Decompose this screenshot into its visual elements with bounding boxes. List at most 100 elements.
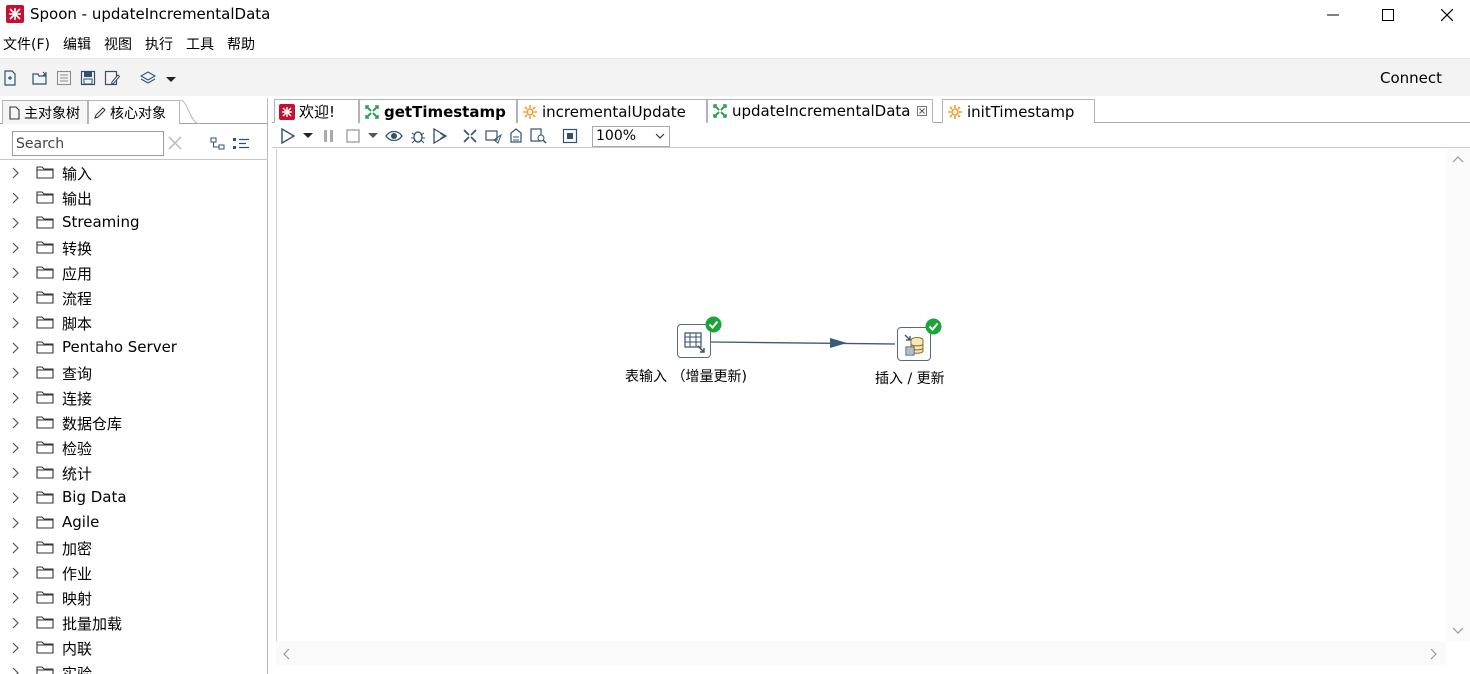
chevron-right-icon[interactable] [12,567,20,579]
chevron-right-icon[interactable] [12,667,20,674]
connect-button[interactable]: Connect [1380,69,1442,87]
tab-welcome[interactable]: 欢迎! [274,99,359,123]
search-input[interactable] [12,131,164,156]
chevron-right-icon[interactable] [12,367,20,379]
tab-core-objects[interactable]: 核心对象 [88,100,180,124]
open-file-icon[interactable] [32,70,48,86]
chevron-right-icon[interactable] [12,492,20,504]
hop-arrow[interactable] [277,149,1447,641]
tab-gettimestamp[interactable]: getTimestamp [359,99,517,123]
menu-edit[interactable]: 编辑 [63,34,91,56]
chevron-right-icon[interactable] [12,617,20,629]
chevron-right-icon[interactable] [12,342,20,354]
tree-item[interactable]: 转换 [0,235,266,260]
chevron-right-icon[interactable] [12,217,20,229]
tree-item[interactable]: 内联 [0,635,266,660]
scroll-up-icon[interactable] [1452,155,1464,163]
chevron-right-icon[interactable] [12,242,20,254]
impact-icon[interactable] [485,128,503,144]
minimize-button[interactable] [1310,2,1356,28]
vertical-scrollbar[interactable] [1446,149,1470,641]
tree-item[interactable]: Agile [0,510,266,535]
scroll-right-icon[interactable] [1430,648,1438,660]
chevron-right-icon[interactable] [12,542,20,554]
scroll-down-icon[interactable] [1452,627,1464,635]
chevron-right-icon[interactable] [12,192,20,204]
tree-item[interactable]: 输入 [0,160,266,185]
tree-item[interactable]: 检验 [0,435,266,460]
pause-icon[interactable] [322,128,336,144]
tree-item[interactable]: 输出 [0,185,266,210]
tree-item[interactable]: 映射 [0,585,266,610]
close-tab-icon[interactable] [916,106,927,116]
collapse-all-icon[interactable] [210,136,226,156]
show-results-icon[interactable] [562,128,578,144]
layers-icon[interactable] [139,70,157,86]
maximize-button[interactable] [1365,2,1411,28]
tree-item[interactable]: 批量加载 [0,610,266,635]
tree-item[interactable]: 脚本 [0,310,266,335]
tree-item[interactable]: 应用 [0,260,266,285]
tree-item-label: 转换 [62,240,93,258]
tree-item[interactable]: 流程 [0,285,266,310]
chevron-right-icon[interactable] [12,517,20,529]
tree-item[interactable]: Pentaho Server [0,335,266,360]
verify-icon[interactable] [462,128,478,144]
chevron-right-icon[interactable] [12,592,20,604]
chevron-right-icon[interactable] [12,267,20,279]
menu-help[interactable]: 帮助 [227,34,255,56]
chevron-right-icon[interactable] [12,442,20,454]
stop-icon[interactable] [345,128,361,144]
tab-updateincrementaldata[interactable]: updateIncrementalData [707,99,933,123]
menu-view[interactable]: 视图 [104,34,132,56]
chevron-right-icon[interactable] [12,392,20,404]
run-icon[interactable] [280,128,296,144]
new-file-icon[interactable] [2,70,18,86]
tab-main-object-tree[interactable]: 主对象树 [2,100,88,124]
close-window-button[interactable] [1424,2,1470,28]
sql-icon[interactable] [508,128,524,144]
tree-item[interactable]: 查询 [0,360,266,385]
tree-item[interactable]: 数据仓库 [0,410,266,435]
stop-dropdown-icon[interactable] [368,132,378,140]
debug-icon[interactable] [409,128,427,144]
tree-item[interactable]: Streaming [0,210,266,235]
zoom-select[interactable]: 100% [592,126,670,147]
chevron-right-icon[interactable] [12,467,20,479]
folder-icon [36,666,54,674]
replay-icon[interactable] [432,128,450,144]
tree-item[interactable]: 实验 [0,660,266,674]
menu-file[interactable]: 文件(F) [3,34,50,56]
run-dropdown-icon[interactable] [303,132,313,140]
save-as-icon[interactable] [104,70,121,86]
folder-icon [36,366,54,379]
chevron-right-icon[interactable] [12,642,20,654]
save-icon[interactable] [80,70,96,86]
tree-item[interactable]: 连接 [0,385,266,410]
chevron-right-icon[interactable] [12,292,20,304]
horizontal-scrollbar[interactable] [276,641,1446,665]
tab-inittimestamp[interactable]: initTimestamp [942,99,1095,123]
tree-item[interactable]: 作业 [0,560,266,585]
expand-all-icon[interactable] [232,136,250,156]
clear-search-icon[interactable] [168,136,182,154]
explore-db-icon[interactable] [530,128,548,144]
tree-item-label: Pentaho Server [62,338,177,356]
chevron-right-icon[interactable] [12,167,20,179]
tab-edge-decoration [180,100,200,124]
tree-item[interactable]: Big Data [0,485,266,510]
tree-item[interactable]: 统计 [0,460,266,485]
explore-repository-icon[interactable] [56,70,72,86]
preview-icon[interactable] [385,128,403,144]
scroll-left-icon[interactable] [282,648,290,660]
menu-run[interactable]: 执行 [145,34,173,56]
tree-item[interactable]: 加密 [0,535,266,560]
menu-tools[interactable]: 工具 [186,34,214,56]
folder-icon [36,491,54,504]
chevron-right-icon[interactable] [12,417,20,429]
layers-dropdown-icon[interactable] [166,70,182,86]
file-tab-bar: 欢迎! getTimestamp incrementalUpdate updat… [272,98,1470,123]
tab-incrementalupdate[interactable]: incrementalUpdate [517,99,707,123]
chevron-right-icon[interactable] [12,317,20,329]
transformation-canvas[interactable]: 表输入 （增量更新) 插入 / 更新 [276,149,1446,641]
